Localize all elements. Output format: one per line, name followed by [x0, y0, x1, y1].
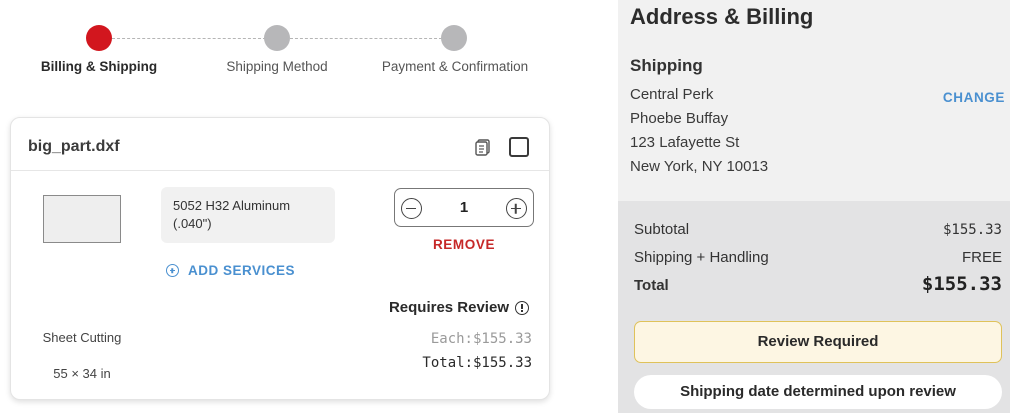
line-total-price: Total:$155.33 — [422, 355, 532, 371]
process-type: Sheet Cutting — [42, 330, 122, 345]
card-divider — [11, 170, 549, 171]
step-3-dot[interactable] — [441, 25, 467, 51]
shipping-date-notice[interactable]: Shipping date determined upon review — [634, 375, 1002, 409]
requires-review-label: Requires Review — [388, 299, 509, 316]
remove-button[interactable]: REMOVE — [394, 237, 534, 252]
shipping-heading: Shipping — [630, 56, 703, 75]
change-address-button[interactable]: CHANGE — [943, 90, 1005, 105]
order-totals: Subtotal $155.33 Shipping + Handling FRE… — [618, 201, 1010, 413]
quantity-stepper: 1 — [394, 188, 534, 227]
info-icon[interactable] — [515, 300, 529, 315]
step-connector — [290, 38, 442, 39]
step-2-dot[interactable] — [264, 25, 290, 51]
step-1-label[interactable]: Billing & Shipping — [41, 59, 157, 74]
shipping-handling-label: Shipping + Handling — [634, 249, 769, 266]
part-file-name: big_part.dxf — [28, 138, 120, 155]
requires-review: Requires Review — [389, 299, 529, 316]
subtotal-value: $155.33 — [942, 222, 1002, 238]
step-2-label[interactable]: Shipping Method — [226, 59, 327, 74]
step-3-label[interactable]: Payment & Confirmation — [382, 59, 528, 74]
each-price: Each:$155.33 — [430, 331, 532, 347]
address-billing-panel: Address & Billing Shipping CHANGE Centra… — [618, 0, 1010, 413]
part-dimensions: 55 × 34 in — [53, 366, 111, 381]
part-card: big_part.dxf 5052 H32 Aluminum (.040") 1… — [10, 117, 550, 400]
subtotal-label: Subtotal — [634, 221, 690, 238]
address-line: Phoebe Buffay — [630, 110, 729, 127]
part-thumbnail — [43, 195, 121, 243]
step-1-dot[interactable] — [86, 25, 112, 51]
document-icon[interactable] — [474, 138, 492, 156]
total-value: $155.33 — [921, 273, 1002, 295]
select-part-checkbox[interactable] — [509, 137, 529, 157]
add-circle-icon — [166, 264, 179, 277]
total-label: Total — [634, 277, 669, 294]
material-selector[interactable]: 5052 H32 Aluminum (.040") — [161, 187, 335, 243]
plus-icon[interactable] — [506, 198, 527, 219]
checkout-progress: Billing & Shipping Shipping Method Payme… — [0, 0, 580, 90]
step-connector — [112, 38, 266, 39]
panel-title: Address & Billing — [630, 4, 814, 29]
add-services-label: ADD SERVICES — [188, 263, 296, 278]
address-line: 123 Lafayette St — [630, 134, 740, 151]
add-services-button[interactable]: ADD SERVICES — [166, 263, 295, 278]
shipping-handling-value: FREE — [961, 249, 1002, 266]
address-line: New York, NY 10013 — [630, 158, 769, 175]
review-required-button[interactable]: Review Required — [634, 321, 1002, 363]
address-line: Central Perk — [630, 86, 714, 103]
